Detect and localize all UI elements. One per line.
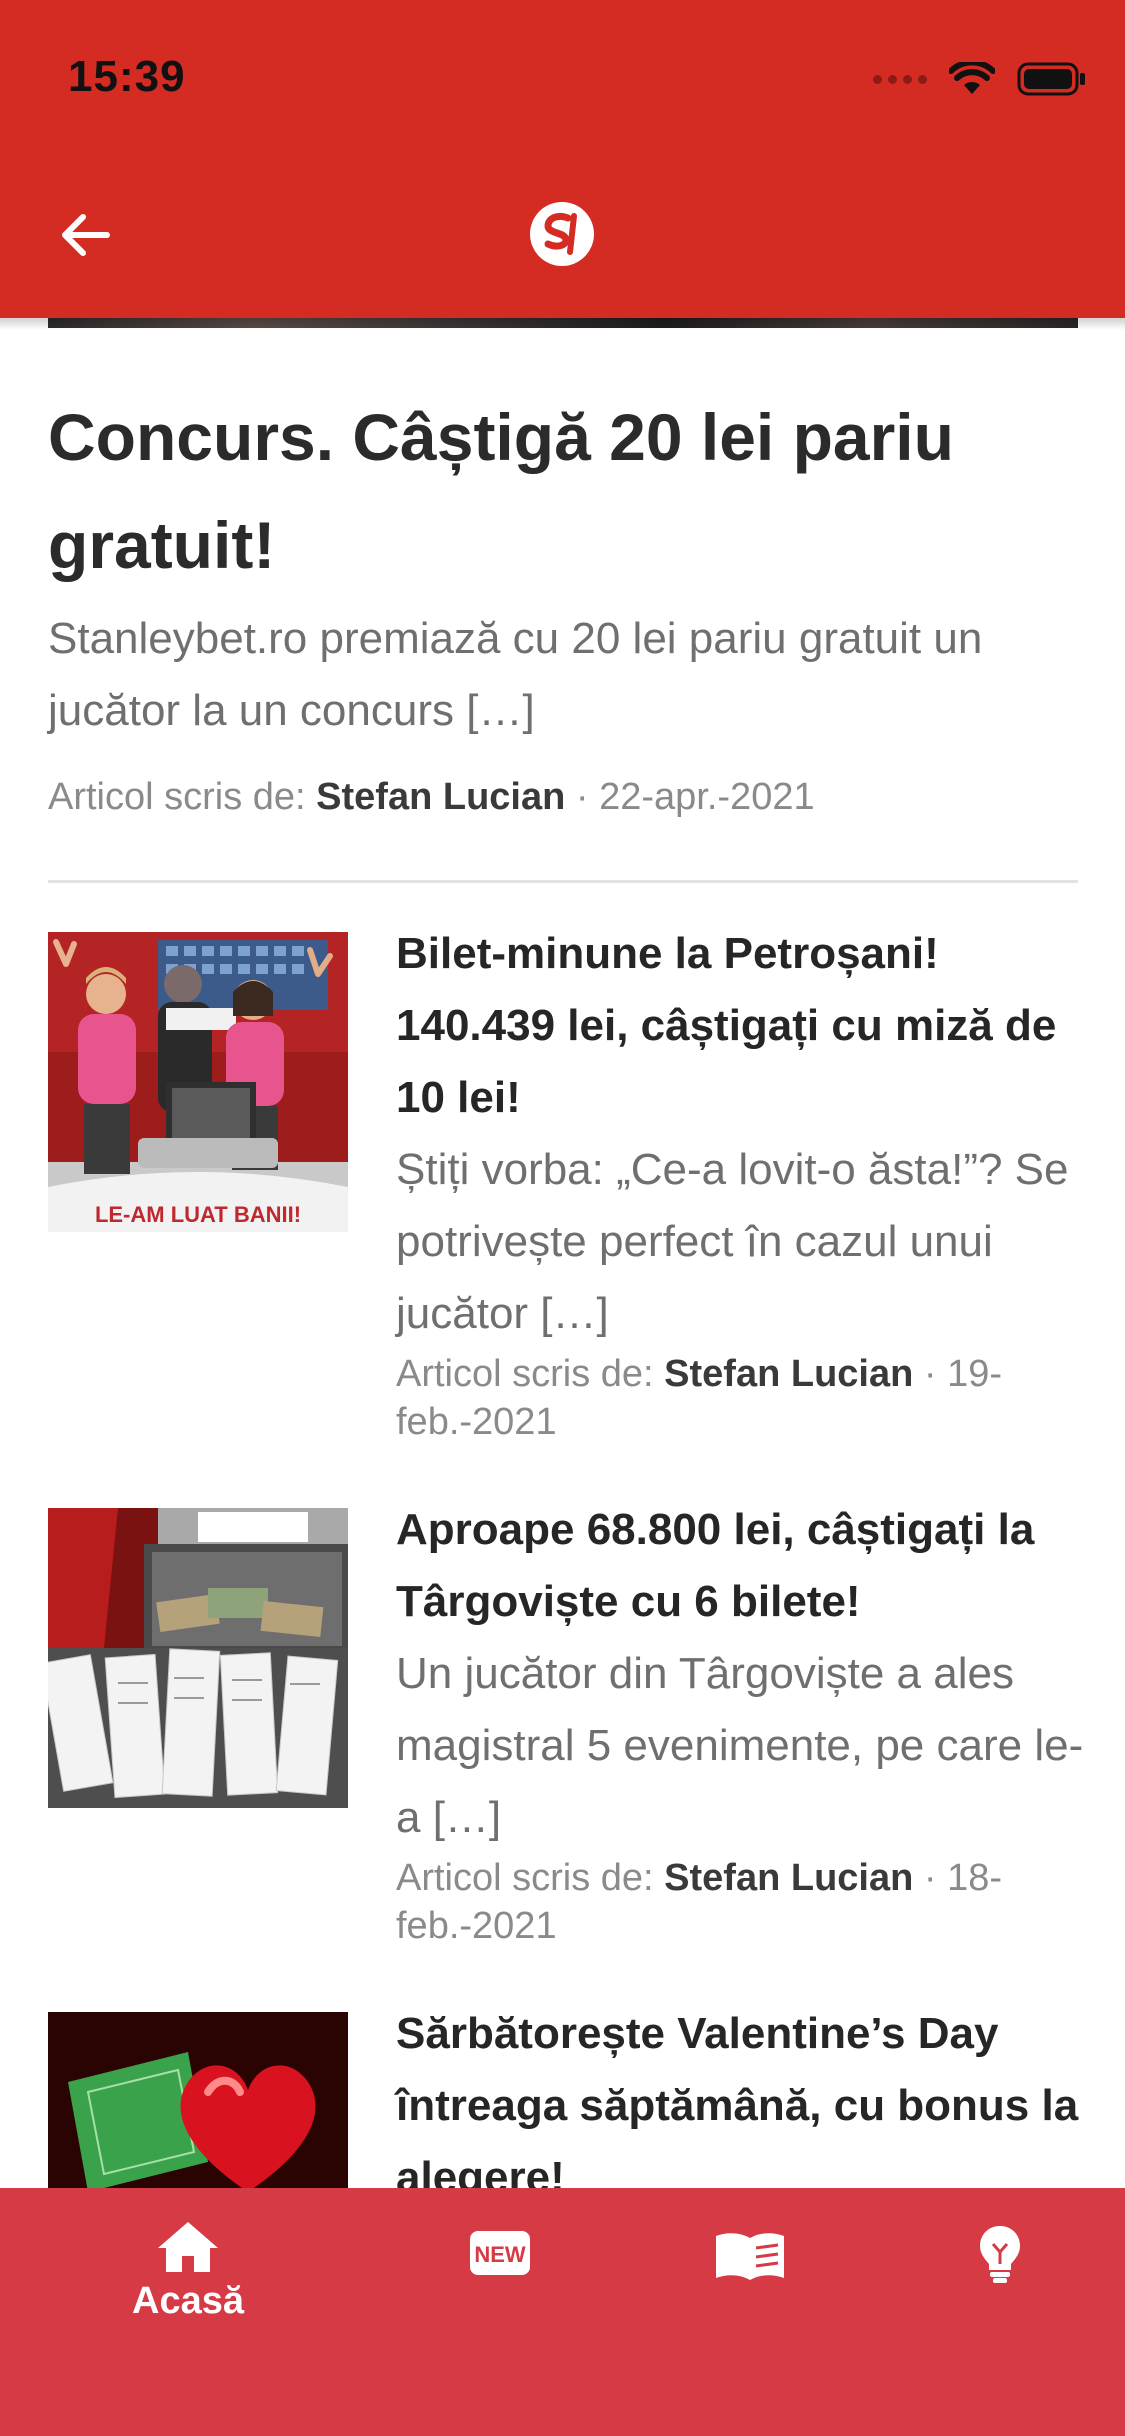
article-meta: Articol scris de: Stefan Lucian · 18-feb… bbox=[396, 1854, 1086, 1950]
tab-new[interactable]: NEW bbox=[400, 2218, 600, 2358]
article-thumbnail[interactable] bbox=[48, 2012, 348, 2188]
featured-article-meta: Articol scris de: Stefan Lucian · 22-apr… bbox=[48, 773, 1078, 821]
bottom-tab-bar: Acasă NEW bbox=[0, 2188, 1125, 2436]
new-icon-text: NEW bbox=[474, 2242, 526, 2267]
article-title[interactable]: Aproape 68.800 lei, câștigați la Târgovi… bbox=[396, 1494, 1086, 1638]
featured-article-title[interactable]: Concurs. Câștigă 20 lei pariu gratuit! bbox=[48, 383, 1078, 599]
header-shadow bbox=[0, 318, 1125, 330]
back-button[interactable] bbox=[50, 200, 120, 270]
photo-valentine-image bbox=[48, 2012, 348, 2188]
article-text: Aproape 68.800 lei, câștigați la Târgovi… bbox=[396, 1505, 1086, 1950]
tab-home[interactable]: Acasă bbox=[88, 2218, 288, 2358]
meta-author: Stefan Lucian bbox=[664, 1857, 914, 1899]
article-excerpt: Un jucător din Târgoviște a ales magistr… bbox=[396, 1649, 1084, 1842]
article-title[interactable]: Sărbătorește Valentine’s Day întreaga să… bbox=[396, 1998, 1086, 2188]
tab-articles[interactable] bbox=[650, 2218, 850, 2358]
meta-author: Stefan Lucian bbox=[664, 1353, 914, 1395]
lightbulb-icon bbox=[980, 2226, 1020, 2283]
article-thumbnail[interactable] bbox=[48, 1508, 348, 1808]
featured-article[interactable]: Concurs. Câștigă 20 lei pariu gratuit! S… bbox=[48, 383, 1078, 821]
article-text: Sărbătorește Valentine’s Day întreaga să… bbox=[396, 2009, 1086, 2188]
book-icon bbox=[716, 2233, 784, 2280]
tab-tips[interactable] bbox=[900, 2218, 1100, 2358]
status-icons bbox=[873, 62, 1087, 96]
photo-winners-image: LE-AM LUAT BANII! bbox=[48, 932, 348, 1232]
home-icon bbox=[158, 2222, 218, 2272]
meta-prefix: Articol scris de: bbox=[396, 1857, 665, 1899]
app-header: 15:39 bbox=[0, 0, 1125, 318]
meta-date: · 22-apr.-2021 bbox=[565, 776, 815, 818]
new-icon: NEW bbox=[470, 2231, 530, 2275]
meta-prefix: Articol scris de: bbox=[48, 776, 317, 818]
article-title[interactable]: Bilet-minune la Petroșani! 140.439 lei, … bbox=[396, 918, 1086, 1134]
stanleybet-logo bbox=[530, 202, 594, 266]
tab-home-label: Acasă bbox=[132, 2280, 244, 2322]
thumb-banner-text: LE-AM LUAT BANII! bbox=[95, 1202, 301, 1227]
meta-prefix: Articol scris de: bbox=[396, 1353, 665, 1395]
wifi-icon bbox=[949, 62, 995, 94]
featured-article-excerpt: Stanleybet.ro premiază cu 20 lei pariu g… bbox=[48, 614, 983, 735]
status-time: 15:39 bbox=[68, 52, 186, 101]
battery-icon bbox=[1017, 62, 1085, 96]
arrow-left-icon bbox=[62, 214, 110, 256]
photo-tickets-image bbox=[48, 1508, 348, 1808]
cellular-signal-icon bbox=[873, 74, 927, 84]
article-meta: Articol scris de: Stefan Lucian · 19-feb… bbox=[396, 1350, 1086, 1446]
news-list[interactable]: Concurs. Câștigă 20 lei pariu gratuit! S… bbox=[0, 318, 1125, 2188]
article-excerpt: Știți vorba: „Ce-a lovit-o ăsta!”? Se po… bbox=[396, 1145, 1069, 1338]
divider bbox=[48, 880, 1078, 883]
article-thumbnail[interactable]: LE-AM LUAT BANII! bbox=[48, 932, 348, 1232]
article-text: Bilet-minune la Petroșani! 140.439 lei, … bbox=[396, 929, 1086, 1446]
meta-author: Stefan Lucian bbox=[316, 776, 566, 818]
